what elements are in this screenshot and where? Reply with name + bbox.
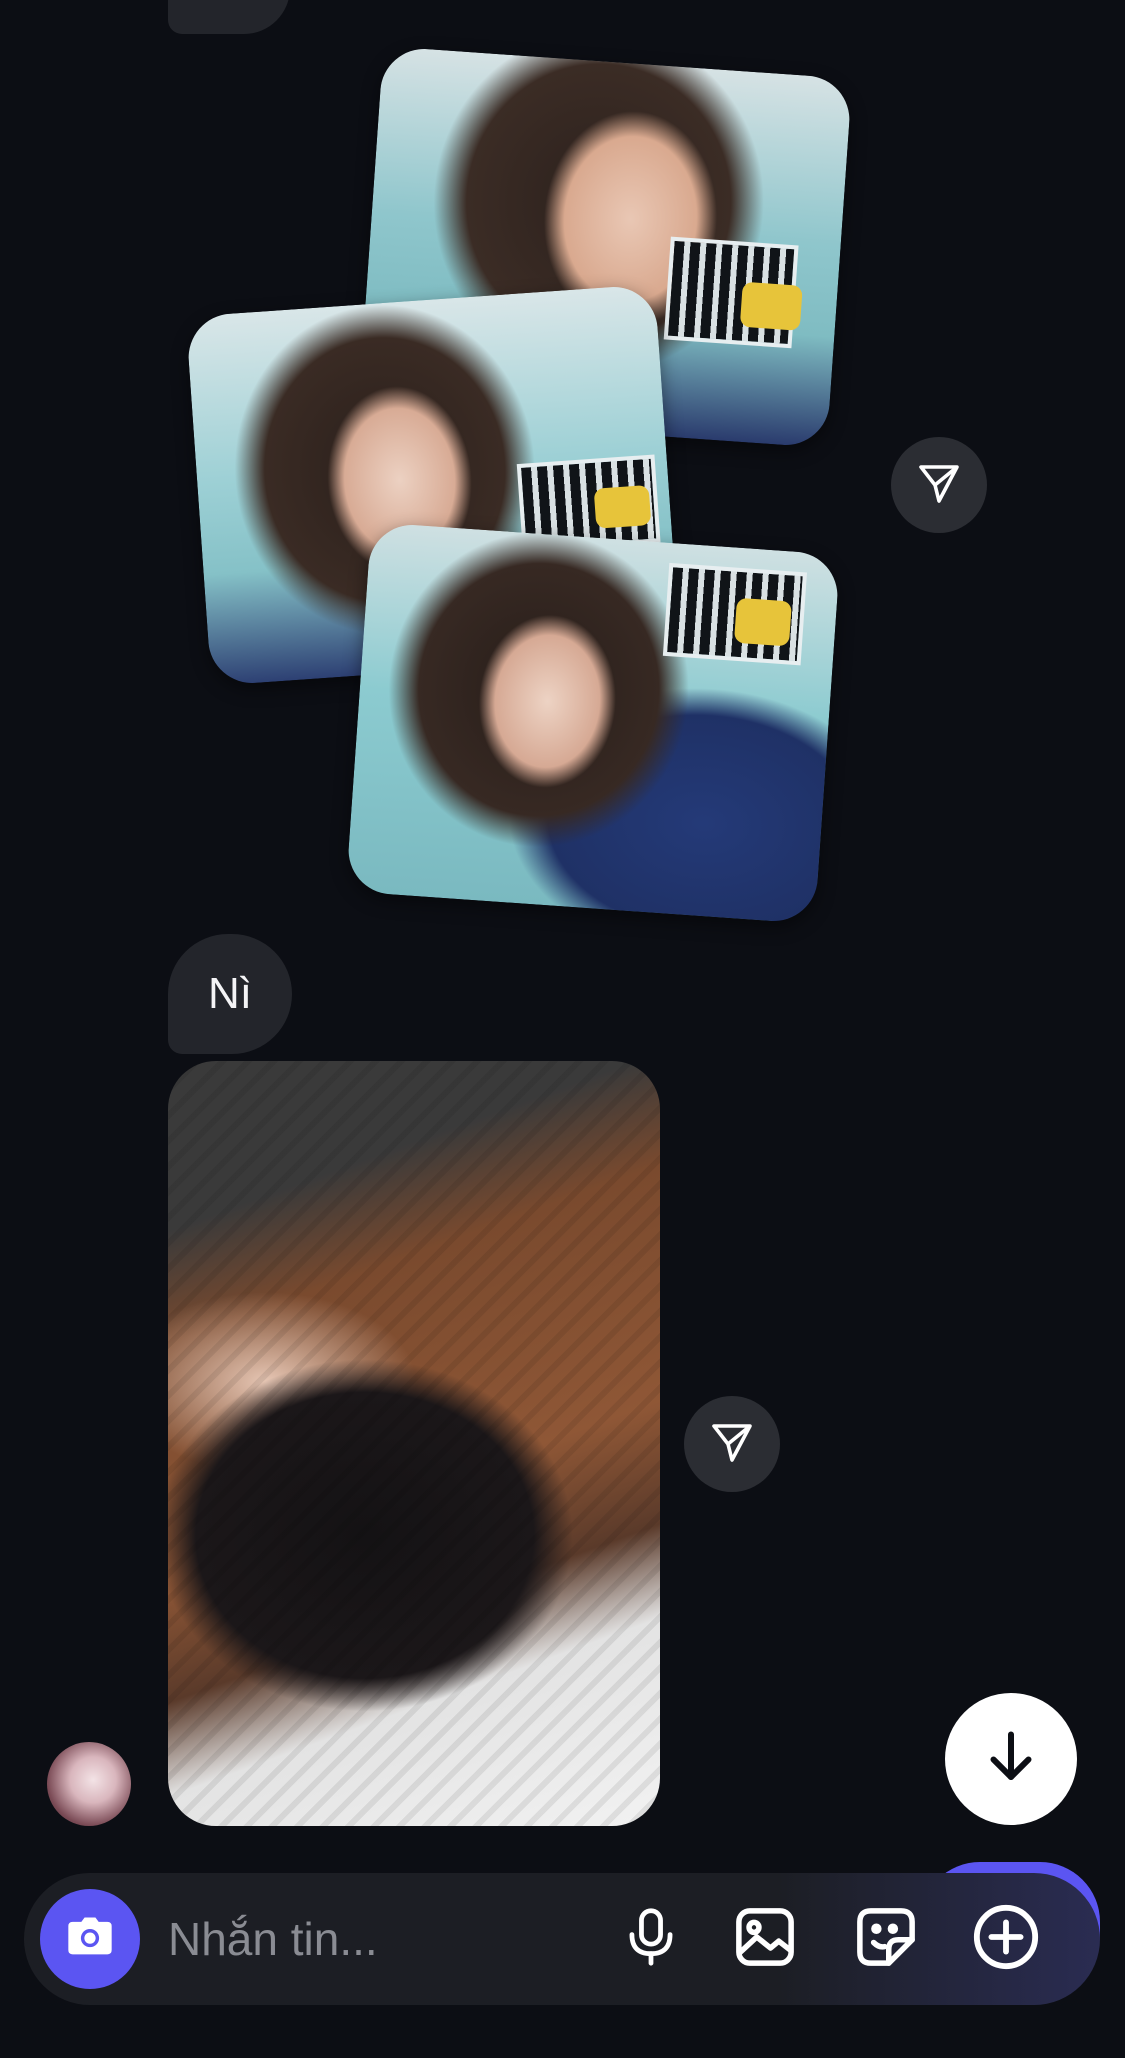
message-text: Nì — [208, 969, 252, 1018]
send-icon — [915, 459, 963, 512]
message-composer — [24, 1873, 1100, 2005]
chat-photo-4[interactable] — [168, 1061, 660, 1826]
sticker-icon — [853, 1904, 919, 1975]
camera-icon — [64, 1911, 116, 1968]
send-icon — [708, 1418, 756, 1471]
chat-photo-3[interactable] — [345, 522, 841, 924]
share-image-button[interactable] — [684, 1396, 780, 1492]
camera-button[interactable] — [40, 1889, 140, 1989]
message-input[interactable] — [168, 1903, 588, 1975]
previous-message-bubble[interactable] — [168, 0, 290, 34]
arrow-down-icon — [981, 1727, 1041, 1792]
gallery-button[interactable] — [727, 1901, 803, 1977]
message-bubble[interactable]: Nì — [168, 934, 292, 1054]
share-image-group-button[interactable] — [891, 437, 987, 533]
scroll-to-bottom-button[interactable] — [945, 1693, 1077, 1825]
voice-message-button[interactable] — [613, 1901, 689, 1977]
image-icon — [732, 1904, 798, 1975]
plus-circle-icon — [971, 1902, 1041, 1977]
avatar[interactable] — [47, 1742, 131, 1826]
more-options-button[interactable] — [968, 1901, 1044, 1977]
sticker-button[interactable] — [848, 1901, 924, 1977]
microphone-icon — [622, 1906, 680, 1973]
